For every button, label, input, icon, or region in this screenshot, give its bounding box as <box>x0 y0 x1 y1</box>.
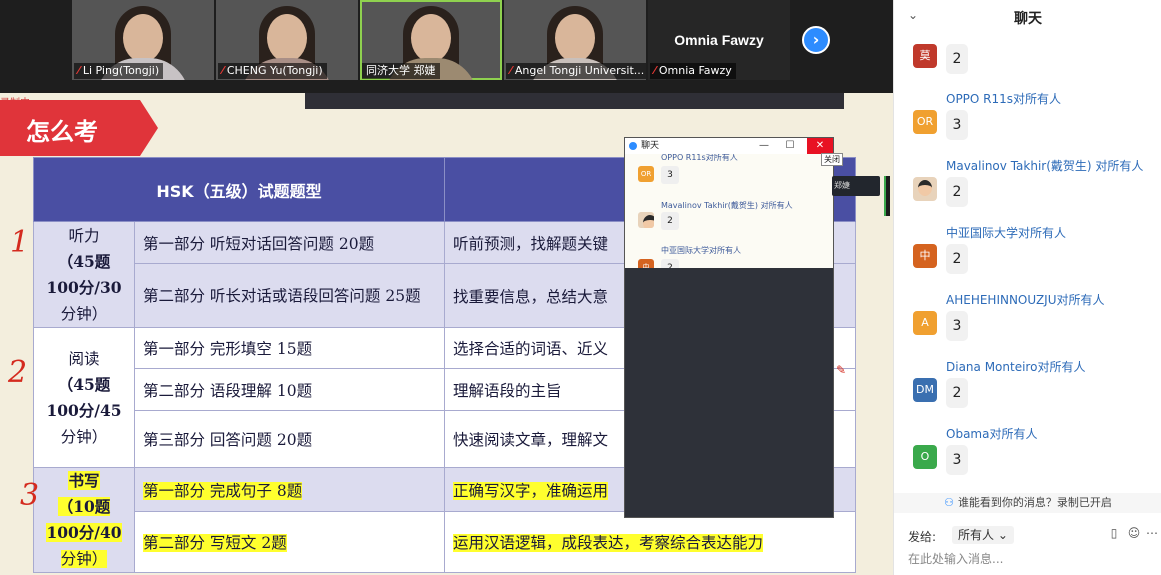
floating-chat-title: 聊天 <box>641 141 660 151</box>
part-cell: 第一部分 完成句子 8题 <box>133 467 446 512</box>
recording-notice[interactable]: ⚇ 谁能看到你的消息？录制已开启 <box>894 493 1161 513</box>
send-to-row: 发给: 所有人 ⌄ ▯ ☺ ⋯ <box>894 525 1161 547</box>
chat-bubble: 2 <box>661 259 679 268</box>
chat-bubble: 3 <box>661 166 679 184</box>
participant-name: ⁄ Omnia Fawzy <box>650 63 736 79</box>
shared-screen-area: ⁄ Li Ping(Tongji) ⁄ CHENG Yu(Tongji) 同济大学 … <box>0 0 893 575</box>
participant-tile[interactable]: ⁄ CHENG Yu(Tongji) <box>216 0 358 80</box>
scroll-handle[interactable] <box>884 176 890 216</box>
part-cell: 第一部分 完形填空 15题 <box>133 327 446 369</box>
participant-display-name: Omnia Fawzy <box>674 32 764 48</box>
avatar: 莫 <box>913 44 937 68</box>
message-sender: Diana Monteiro对所有人 <box>946 360 1086 374</box>
active-speaker-tile[interactable]: 同济大学 郑婕 <box>360 0 502 80</box>
section-label-writing: 书写 （10题 100分/40 分钟） <box>33 467 135 573</box>
speaker-tag: 郑婕 <box>832 176 880 196</box>
mic-muted-icon: ⁄ <box>510 64 512 77</box>
next-page-button[interactable]: › <box>802 26 830 54</box>
message-input[interactable] <box>908 549 1148 569</box>
part-cell: 第二部分 写短文 2题 <box>133 511 446 573</box>
chat-bubble: 2 <box>661 212 679 230</box>
close-tooltip: 关闭 <box>821 153 843 166</box>
part-cell: 第二部分 听长对话或语段回答问题 25题 <box>133 263 446 328</box>
part-cell: 第三部分 回答问题 20题 <box>133 410 446 468</box>
participant-name: ⁄ CHENG Yu(Tongji) <box>218 63 327 79</box>
avatar: OR <box>638 166 654 182</box>
chevron-right-icon: › <box>812 30 820 49</box>
participant-name: ⁄ Li Ping(Tongji) <box>74 63 164 79</box>
floating-chat-messages[interactable]: OPPO R11s对所有人 OR 3 Mavalinov Takhir(戴贺生)… <box>625 154 833 268</box>
close-button[interactable]: ✕ <box>807 138 833 154</box>
send-to-label: 发给: <box>908 530 937 544</box>
chat-bubble: 2 <box>946 44 968 74</box>
mic-muted-icon: ⁄ <box>654 64 656 77</box>
message-sender: AHEHEHINNOUZJU对所有人 <box>946 293 1105 307</box>
chat-bubble: 2 <box>946 244 968 274</box>
participant-tile[interactable]: ⁄ Li Ping(Tongji) <box>72 0 214 80</box>
maximize-button[interactable]: ☐ <box>779 138 801 154</box>
file-icon[interactable]: ▯ <box>1106 526 1122 542</box>
part-cell: 第一部分 听短对话回答问题 20题 <box>133 221 446 264</box>
handwritten-mark: 3 <box>20 478 40 513</box>
mic-muted-icon: ⁄ <box>222 64 224 77</box>
chat-title: 聊天 <box>1014 11 1042 27</box>
message-sender: Mavalinov Takhir(戴贺生) 对所有人 <box>946 159 1144 173</box>
part-cell: 第二部分 语段理解 10题 <box>133 368 446 411</box>
chat-header: ⌄ 聊天 <box>894 0 1161 34</box>
handwritten-mark: 1 <box>10 225 30 260</box>
slide-title: 怎么考 <box>26 118 98 146</box>
skill-cell: 运用汉语逻辑，成段表达，考察综合表达能力 <box>444 511 857 573</box>
avatar <box>913 177 937 201</box>
section-label-listening: 听力 （45题 100分/30 分钟） <box>33 221 135 328</box>
table-row: 第二部分 写短文 2题 运用汉语逻辑，成段表达，考察综合表达能力 <box>34 511 857 573</box>
floating-chat-titlebar[interactable]: 聊天 — ☐ ✕ <box>625 138 833 154</box>
chat-panel: ⌄ 聊天 莫 2 OPPO R11s对所有人 OR 3 Mavalinov Ta… <box>893 0 1161 575</box>
avatar: O <box>913 445 937 469</box>
handwritten-mark: 2 <box>8 355 28 390</box>
avatar <box>638 212 654 228</box>
avatar: DM <box>913 378 937 402</box>
chat-bubble: 2 <box>946 378 968 408</box>
chat-bubble: 3 <box>946 311 968 341</box>
section-label-reading: 阅读 （45题 100分/45 分钟） <box>33 327 135 468</box>
avatar: 中 <box>913 244 937 268</box>
more-icon[interactable]: ⋯ <box>1144 526 1160 542</box>
screen-share-toolbar <box>305 93 844 109</box>
chat-bubble: 2 <box>946 177 968 207</box>
participant-tile[interactable]: Omnia Fawzy ⁄ Omnia Fawzy <box>648 0 790 80</box>
floating-chat-window[interactable]: 聊天 — ☐ ✕ OPPO R11s对所有人 OR 3 Mavalinov Ta… <box>624 137 834 518</box>
zoom-app-icon <box>629 142 637 150</box>
message-sender: 中亚国际大学对所有人 <box>946 226 1067 240</box>
chevron-down-icon: ⌄ <box>997 528 1008 542</box>
column-header: HSK（五级）试题题型 <box>32 157 446 222</box>
participant-name: ⁄ Angel Tongji Universit... <box>506 63 646 79</box>
chat-bubble: 3 <box>946 445 968 475</box>
avatar: 中 <box>638 259 654 268</box>
participant-tile[interactable]: ⁄ Angel Tongji Universit... <box>504 0 646 80</box>
message-sender: OPPO R11s对所有人 <box>946 92 1062 106</box>
mic-muted-icon: ⁄ <box>78 64 80 77</box>
people-icon: ⚇ <box>944 496 954 509</box>
slide-title-ribbon: 怎么考 <box>0 100 158 156</box>
zoom-meeting-window: ⁄ Li Ping(Tongji) ⁄ CHENG Yu(Tongji) 同济大学 … <box>0 0 1161 575</box>
recipient-dropdown[interactable]: 所有人 ⌄ <box>952 526 1014 544</box>
avatar: A <box>913 311 937 335</box>
minimize-button[interactable]: — <box>753 138 775 154</box>
chat-bubble: 3 <box>946 110 968 140</box>
video-strip: ⁄ Li Ping(Tongji) ⁄ CHENG Yu(Tongji) 同济大学 … <box>0 0 893 93</box>
message-sender: Obama对所有人 <box>946 427 1038 441</box>
participant-name: 同济大学 郑婕 <box>362 63 440 79</box>
avatar: OR <box>913 110 937 134</box>
annotation-pen-icon: ✎ <box>836 363 847 377</box>
emoji-icon[interactable]: ☺ <box>1126 526 1142 542</box>
